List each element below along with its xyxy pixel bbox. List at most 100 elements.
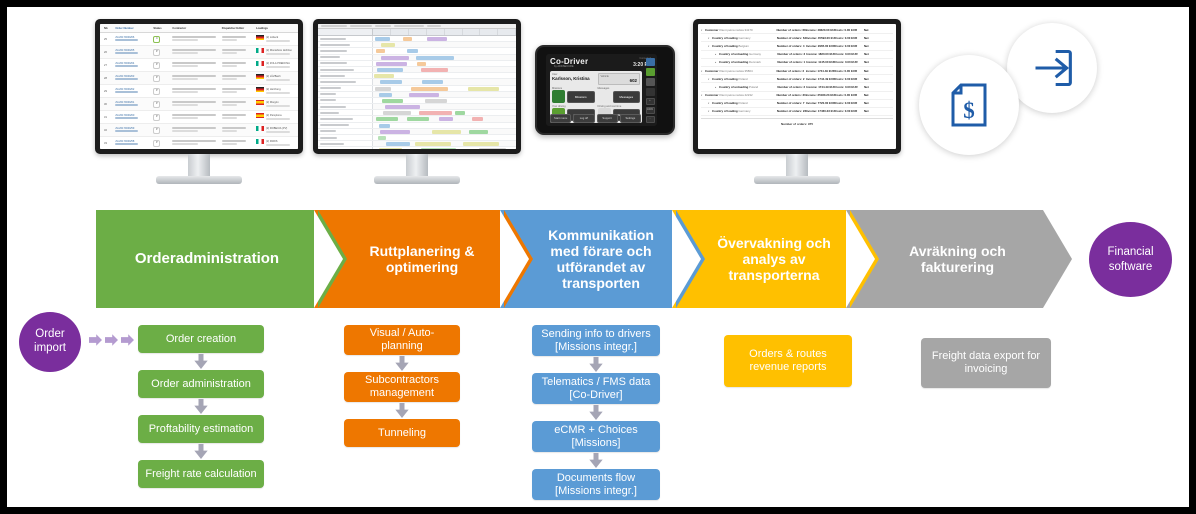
planning-gantt-screen[interactable]	[318, 24, 516, 149]
gantt-bar[interactable]	[378, 92, 393, 97]
order-list-screen[interactable]: Nb Order Number Status Contractor Dispat…	[100, 24, 298, 149]
report-row[interactable]: ▸ Country of unloading Poland Number of or…	[701, 83, 893, 92]
gantt-bar[interactable]	[418, 111, 452, 116]
gantt-bar[interactable]	[379, 123, 390, 128]
co-driver-side-tray: + 100% -	[645, 58, 655, 123]
report-row[interactable]: ▾ Customer Klient petna nazwa 34170 Number…	[701, 26, 893, 35]
order-row[interactable]: 29 ZL/2017/000262 P (2) Herzberg	[100, 85, 298, 98]
gantt-row[interactable]	[318, 147, 516, 149]
gantt-bar[interactable]	[469, 129, 488, 134]
flow-node[interactable]: Visual / Auto-planning	[344, 325, 460, 355]
btn-brightness[interactable]: 100%	[645, 107, 655, 114]
report-row[interactable]: ▾ Customer Klient petna nazwa 35804 Number…	[701, 67, 893, 76]
gantt-bar[interactable]	[427, 37, 448, 41]
gantt-bar[interactable]	[415, 55, 454, 60]
cell-contractor	[172, 101, 221, 107]
gantt-bar[interactable]	[406, 117, 429, 122]
gantt-bar[interactable]	[379, 129, 411, 134]
report-row[interactable]: ▾ Customer Klient petna nazwa 42232 Number…	[701, 92, 893, 100]
gantt-bar[interactable]	[438, 117, 454, 122]
report-row[interactable]: ▾ Country of loading Poland Number of orde…	[701, 75, 893, 84]
financial-software-circle[interactable]: Financial software	[1089, 222, 1172, 297]
btn-volume-up[interactable]: +	[645, 98, 655, 105]
gantt-bar[interactable]	[408, 92, 440, 97]
gantt-bar[interactable]	[420, 148, 457, 149]
process-stage-4[interactable]: Övervakning och analys av transporterna	[672, 210, 879, 308]
flow-node[interactable]: eCMR + Choices [Missions]	[532, 421, 660, 452]
order-row[interactable]: 32 ZL/2017/000259 P (2) ROBECIA (PV)	[100, 124, 298, 137]
gantt-bar[interactable]	[375, 117, 399, 122]
gantt-bar[interactable]	[375, 61, 407, 66]
gantt-bar[interactable]	[379, 148, 403, 149]
gantt-bar[interactable]	[386, 142, 411, 147]
tile-button[interactable]: Missions	[567, 90, 595, 103]
gantt-bar[interactable]	[402, 37, 413, 41]
gantt-bar[interactable]	[420, 67, 449, 72]
report-row[interactable]: ▾ Country of loading Belgium Number of ord…	[701, 42, 893, 51]
report-row[interactable]: ▾ Country of loading Germany Number of ord…	[701, 34, 893, 43]
report-row[interactable]: ▸ Country of unloading Germany Number of o…	[701, 51, 893, 59]
compass-icon	[552, 90, 565, 103]
flow-node[interactable]: Order administration	[138, 370, 264, 398]
btn-volume-down[interactable]: -	[645, 116, 655, 123]
order-row[interactable]: 28 ZL/2017/000263 P (2) LÜZBach	[100, 72, 298, 85]
gantt-bar[interactable]	[374, 74, 395, 79]
gantt-bar[interactable]	[421, 80, 444, 85]
flow-node[interactable]: Orders & routes revenue reports	[724, 335, 852, 387]
flow-node[interactable]: Tunneling	[344, 419, 460, 447]
gantt-bar[interactable]	[431, 129, 462, 134]
order-row[interactable]: 26 ZL/2017/000265 P (2) Montefiore dell'Aso	[100, 46, 298, 59]
gantt-bar[interactable]	[455, 111, 466, 116]
gantt-bar[interactable]	[383, 111, 412, 116]
gantt-bar[interactable]	[425, 98, 447, 103]
cell-nb: 32	[104, 128, 107, 132]
order-row[interactable]: 27 ZL/2017/000264 P (2) ZOLA PREDOSA	[100, 59, 298, 72]
gantt-bar[interactable]	[381, 55, 410, 60]
report-row[interactable]: ▾ Country of loading Germany Number of ord…	[701, 108, 893, 117]
gantt-bar[interactable]	[375, 86, 391, 91]
order-row[interactable]: 25 ZL/2017/000266 C (2) Lübeck	[100, 33, 298, 46]
order-import-oval[interactable]: Order import	[19, 312, 81, 372]
report-row[interactable]: ▸ Country of unloading Denmark Number of o…	[701, 59, 893, 67]
btn-log-off[interactable]: Log off	[573, 114, 595, 123]
report-net: Net	[864, 84, 869, 89]
gantt-bar[interactable]	[468, 86, 499, 91]
flow-node[interactable]: Subcontractors management	[344, 372, 460, 402]
report-row[interactable]: ▾ Country of loading Poland Number of orde…	[701, 100, 893, 108]
process-stage-3[interactable]: Kommunikation med förare och utförandet av…	[500, 210, 705, 308]
flow-node[interactable]: Order creation	[138, 325, 264, 353]
gantt-bar[interactable]	[375, 37, 390, 41]
gantt-bar[interactable]	[377, 136, 386, 140]
gantt-bar[interactable]	[375, 49, 385, 54]
order-row[interactable]: 33 ZL/2017/000258 P (2) PARIS	[100, 137, 298, 149]
process-stage-2[interactable]: Ruttplanering & optimering	[314, 210, 533, 308]
gantt-bar[interactable]	[479, 148, 507, 149]
revenue-report-screen[interactable]: ▾ Customer Klient petna nazwa 34170 Number…	[698, 24, 896, 149]
gantt-bar[interactable]	[416, 61, 427, 66]
gantt-bar[interactable]	[376, 67, 403, 72]
flow-node[interactable]: Proftability estimation	[138, 415, 264, 443]
gantt-bar[interactable]	[380, 43, 396, 48]
gantt-bar[interactable]	[406, 49, 418, 54]
gantt-bar[interactable]	[410, 86, 449, 91]
btn-settings[interactable]: Settings	[619, 114, 641, 123]
gantt-bar[interactable]	[415, 142, 451, 147]
btn-start-menu[interactable]: Start menu	[550, 114, 572, 123]
process-stage-1[interactable]: Orderadministration	[96, 210, 347, 308]
arrow-down-icon	[344, 402, 460, 419]
btn-support[interactable]: Support	[596, 114, 618, 123]
gantt-bar[interactable]	[381, 98, 403, 103]
tile-button[interactable]: Messages	[612, 90, 640, 103]
gantt-bar[interactable]	[463, 142, 499, 147]
gantt-bar[interactable]	[379, 80, 403, 85]
flow-node[interactable]: Sending info to drivers [Missions integr.…	[532, 325, 660, 356]
gantt-bar[interactable]	[471, 117, 484, 122]
gantt-bar[interactable]	[384, 105, 420, 110]
flow-node[interactable]: Freight data export for invoicing	[921, 338, 1051, 388]
flow-node[interactable]: Telematics / FMS data [Co-Driver]	[532, 373, 660, 404]
flow-node[interactable]: Documents flow [Missions integr.]	[532, 469, 660, 500]
order-row[interactable]: 30 ZL/2017/000261 P (2) Morgón	[100, 98, 298, 111]
flow-node[interactable]: Freight rate calculation	[138, 460, 264, 488]
co-driver-screen[interactable]: Co-Driver by ADDSECURE Connected 3:20 PM…	[546, 54, 657, 126]
order-row[interactable]: 31 ZL/2017/000260 P (2) Pamplona	[100, 111, 298, 124]
